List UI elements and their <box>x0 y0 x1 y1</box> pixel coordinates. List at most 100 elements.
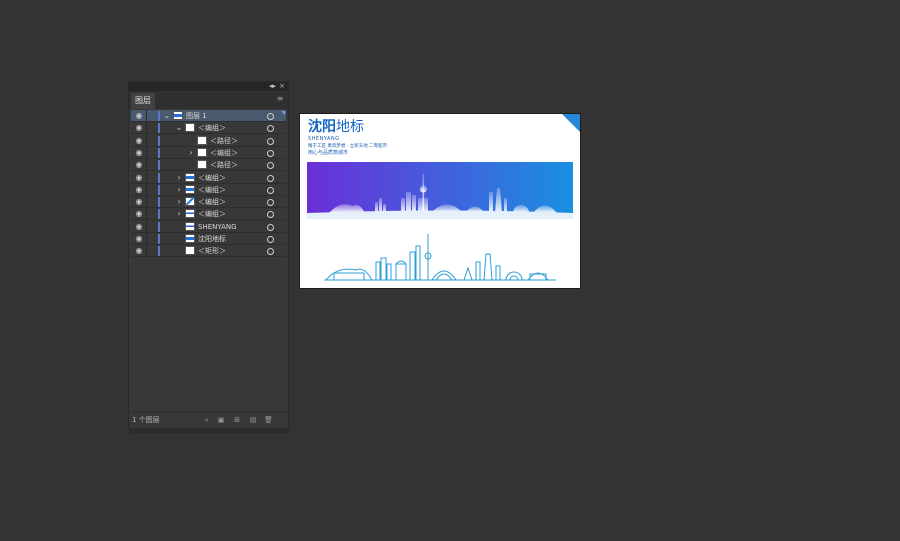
title-bold-part: 沈阳 <box>308 119 336 135</box>
visibility-eye-icon[interactable]: ◉ <box>133 208 145 220</box>
close-panel-icon[interactable]: × <box>279 82 285 91</box>
chevron-right-icon[interactable]: › <box>175 196 183 208</box>
visibility-eye-icon[interactable]: ◉ <box>133 110 145 122</box>
layer-color-indicator <box>158 209 160 220</box>
layer-name[interactable]: ＜编组＞ <box>210 147 238 159</box>
lock-column[interactable] <box>146 196 147 209</box>
layer-thumbnail <box>185 209 195 219</box>
layer-name[interactable]: ＜矩形＞ <box>198 245 226 257</box>
chevron-right-icon[interactable]: › <box>175 172 183 184</box>
chevron-down-icon[interactable]: ⌄ <box>163 110 171 122</box>
layer-thumbnail <box>185 184 195 194</box>
panel-tab-row: 图层 ≡ <box>129 91 288 109</box>
layer-row[interactable]: ◉ › ＜编组＞ <box>131 171 286 184</box>
chevron-right-icon[interactable]: › <box>175 208 183 220</box>
lock-column[interactable] <box>146 134 147 147</box>
layers-panel: ◂▸ × 图层 ≡ ◉ ⌄ 图层 1 ◉ ⌄ ＜编组＞ ◉ ＜路径＞ ◉ › ＜编组＞ ◉ ＜路径＞ ◉ ›… <box>128 81 289 433</box>
layer-row[interactable]: ◉ › ＜编组＞ <box>131 146 286 159</box>
layer-name[interactable]: ＜路径＞ <box>210 159 238 171</box>
layer-color-indicator <box>158 135 160 146</box>
visibility-eye-icon[interactable]: ◉ <box>133 221 145 233</box>
layer-color-indicator <box>158 160 160 171</box>
visibility-eye-icon[interactable]: ◉ <box>133 172 145 184</box>
target-circle-icon[interactable] <box>267 113 274 120</box>
delete-layer-button[interactable]: 🗑 <box>264 416 273 424</box>
make-clipping-mask-button[interactable]: ▣ <box>217 416 225 424</box>
chevron-right-icon[interactable]: › <box>175 184 183 196</box>
layer-name[interactable]: ＜编组＞ <box>198 196 226 208</box>
layer-thumbnail <box>173 111 183 120</box>
lock-column[interactable] <box>146 159 147 172</box>
visibility-eye-icon[interactable]: ◉ <box>133 196 145 208</box>
visibility-eye-icon[interactable]: ◉ <box>133 233 145 245</box>
layer-name[interactable]: ＜编组＞ <box>198 122 226 134</box>
lock-column[interactable] <box>146 122 147 135</box>
lock-column[interactable] <box>146 110 147 122</box>
chevron-right-icon[interactable]: › <box>187 147 195 159</box>
layer-row[interactable]: ◉ ＜矩形＞ <box>131 245 286 258</box>
layer-row[interactable]: ◉ › ＜编组＞ <box>131 196 286 209</box>
lock-column[interactable] <box>146 220 147 233</box>
layer-color-indicator <box>158 147 160 158</box>
layer-row[interactable]: ◉ ⌄ ＜编组＞ <box>131 122 286 135</box>
visibility-eye-icon[interactable]: ◉ <box>133 245 145 257</box>
title-light-part: 地标 <box>336 119 364 135</box>
visibility-eye-icon[interactable]: ◉ <box>133 147 145 159</box>
artboard[interactable]: 沈阳地标 SHENYANG 精于工匠 勇筑梦想 · 立新天地 二零超市 用心与品… <box>299 113 581 289</box>
layer-name[interactable]: SHENYANG <box>198 221 237 233</box>
lock-column[interactable] <box>146 171 147 184</box>
layer-row[interactable]: ◉ ⌄ 图层 1 <box>131 110 286 122</box>
layer-count-label: 1 个图层 <box>132 416 160 424</box>
target-circle-icon[interactable] <box>267 162 274 170</box>
layer-thumbnail <box>197 160 207 170</box>
lock-column[interactable] <box>146 233 147 245</box>
artboard-corner-decoration <box>562 114 580 132</box>
collapse-panel-icon[interactable]: ◂▸ <box>269 82 276 91</box>
layer-color-indicator <box>158 246 160 257</box>
target-circle-icon[interactable] <box>267 186 274 194</box>
layer-name[interactable]: 图层 1 <box>186 110 207 122</box>
target-circle-icon[interactable] <box>267 199 274 207</box>
target-circle-icon[interactable] <box>267 211 274 219</box>
new-sublayer-button[interactable]: ⊞ <box>233 416 241 424</box>
target-circle-icon[interactable] <box>267 236 274 243</box>
artboard-title: 沈阳地标 <box>308 119 364 135</box>
tab-layers[interactable]: 图层 <box>131 93 155 109</box>
target-circle-icon[interactable] <box>267 174 274 182</box>
visibility-eye-icon[interactable]: ◉ <box>133 184 145 196</box>
visibility-eye-icon[interactable]: ◉ <box>133 122 145 134</box>
gradient-skyline-banner <box>307 162 573 219</box>
lock-column[interactable] <box>146 146 147 159</box>
panel-menu-icon[interactable]: ≡ <box>275 94 285 103</box>
layer-color-indicator <box>158 172 160 183</box>
new-layer-button[interactable]: ▤ <box>249 416 257 424</box>
target-circle-icon[interactable] <box>267 248 274 256</box>
banner-road-curve <box>307 210 573 219</box>
lock-column[interactable] <box>146 208 147 221</box>
layer-row[interactable]: ◉ › ＜编组＞ <box>131 183 286 196</box>
layer-color-indicator <box>158 197 160 208</box>
layer-name[interactable]: 沈阳地标 <box>198 233 226 245</box>
search-layer-button[interactable]: ⌕ <box>203 416 211 424</box>
target-circle-icon[interactable] <box>267 137 274 145</box>
lock-column[interactable] <box>146 245 147 258</box>
visibility-eye-icon[interactable]: ◉ <box>133 159 145 171</box>
target-circle-icon[interactable] <box>267 125 274 133</box>
layer-row[interactable]: ◉ SHENYANG <box>131 220 286 233</box>
target-circle-icon[interactable] <box>267 149 274 157</box>
lock-column[interactable] <box>146 183 147 196</box>
layer-name[interactable]: ＜编组＞ <box>198 172 226 184</box>
layer-row[interactable]: ◉ ＜路径＞ <box>131 159 286 172</box>
visibility-eye-icon[interactable]: ◉ <box>133 135 145 147</box>
layer-row[interactable]: ◉ › ＜编组＞ <box>131 208 286 221</box>
panel-resize-handle[interactable] <box>129 429 288 433</box>
layer-name[interactable]: ＜编组＞ <box>198 208 226 220</box>
layer-thumbnail <box>185 172 195 182</box>
layer-row[interactable]: ◉ ＜路径＞ <box>131 134 286 147</box>
layer-row[interactable]: ◉ 沈阳地标 <box>131 233 286 245</box>
layer-name[interactable]: ＜路径＞ <box>210 135 238 147</box>
layer-name[interactable]: ＜编组＞ <box>198 184 226 196</box>
panel-title-bar[interactable]: ◂▸ × <box>129 82 288 91</box>
chevron-down-icon[interactable]: ⌄ <box>175 122 183 134</box>
target-circle-icon[interactable] <box>267 223 274 231</box>
